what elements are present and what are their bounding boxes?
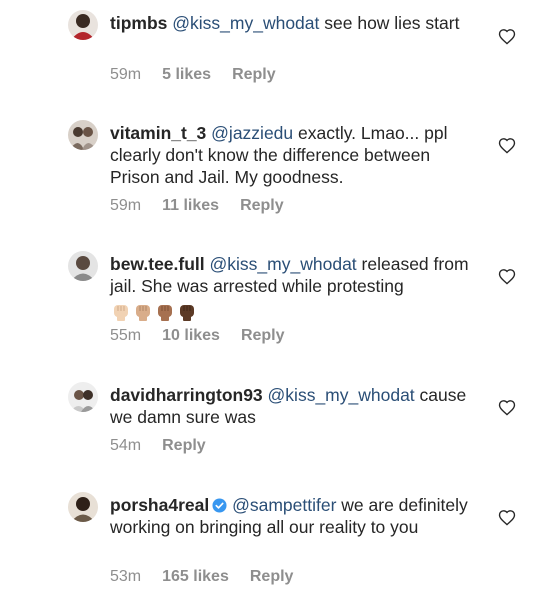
comment-mention[interactable]: @kiss_my_whodat	[268, 385, 415, 405]
comment-meta: 54m Reply	[110, 437, 227, 455]
comment-text: porsha4real @sampettifer we are definite…	[110, 494, 480, 538]
comment-text: bew.tee.full @kiss_my_whodat released fr…	[110, 253, 480, 322]
comment-username[interactable]: porsha4real	[110, 495, 209, 515]
reply-button[interactable]: Reply	[240, 197, 284, 214]
reply-button[interactable]: Reply	[241, 327, 285, 344]
heart-outline-icon[interactable]	[498, 399, 516, 416]
avatar[interactable]	[68, 120, 98, 150]
comment-mention[interactable]: @sampettifer	[232, 495, 336, 515]
comment-username[interactable]: tipmbs	[110, 13, 167, 33]
comment-meta: 59m 5 likes Reply	[110, 66, 297, 84]
avatar[interactable]	[68, 492, 98, 522]
comment-username[interactable]: bew.tee.full	[110, 254, 205, 274]
raised-fist-emoji	[136, 305, 150, 322]
comment-time: 59m	[110, 66, 142, 83]
reply-button[interactable]: Reply	[162, 437, 206, 454]
comment-time: 55m	[110, 327, 142, 344]
heart-outline-icon[interactable]	[498, 268, 516, 285]
comment-time: 59m	[110, 197, 142, 214]
comment-likes[interactable]: 10 likes	[162, 327, 220, 344]
avatar[interactable]	[68, 382, 98, 412]
comment-mention[interactable]: @kiss_my_whodat	[172, 13, 319, 33]
verified-badge-icon	[212, 498, 227, 513]
comment-meta: 59m 11 likes Reply	[110, 197, 305, 215]
comment-text: vitamin_t_3 @jazziedu exactly. Lmao... p…	[110, 122, 480, 188]
comment-text: tipmbs @kiss_my_whodat see how lies star…	[110, 12, 480, 34]
comment-time: 53m	[110, 568, 142, 585]
reply-button[interactable]: Reply	[250, 568, 294, 585]
heart-outline-icon[interactable]	[498, 137, 516, 154]
avatar[interactable]	[68, 10, 98, 40]
comment-likes[interactable]: 5 likes	[162, 66, 211, 83]
heart-outline-icon[interactable]	[498, 509, 516, 526]
comment-username[interactable]: vitamin_t_3	[110, 123, 206, 143]
comment-username[interactable]: davidharrington93	[110, 385, 263, 405]
comment-time: 54m	[110, 437, 142, 454]
comment-text: davidharrington93 @kiss_my_whodat cause …	[110, 384, 480, 428]
comment-likes[interactable]: 165 likes	[162, 568, 229, 585]
avatar[interactable]	[68, 251, 98, 281]
comment-meta: 53m 165 likes Reply	[110, 568, 314, 586]
raised-fist-emoji	[158, 305, 172, 322]
reply-button[interactable]: Reply	[232, 66, 276, 83]
comment-likes[interactable]: 11 likes	[162, 197, 219, 214]
emoji-group	[112, 300, 200, 322]
comment-meta: 55m 10 likes Reply	[110, 327, 306, 345]
raised-fist-emoji	[114, 305, 128, 322]
comment-mention[interactable]: @jazziedu	[211, 123, 293, 143]
comment-mention[interactable]: @kiss_my_whodat	[210, 254, 357, 274]
heart-outline-icon[interactable]	[498, 28, 516, 45]
raised-fist-emoji	[180, 305, 194, 322]
comment-body: see how lies start	[319, 13, 460, 33]
